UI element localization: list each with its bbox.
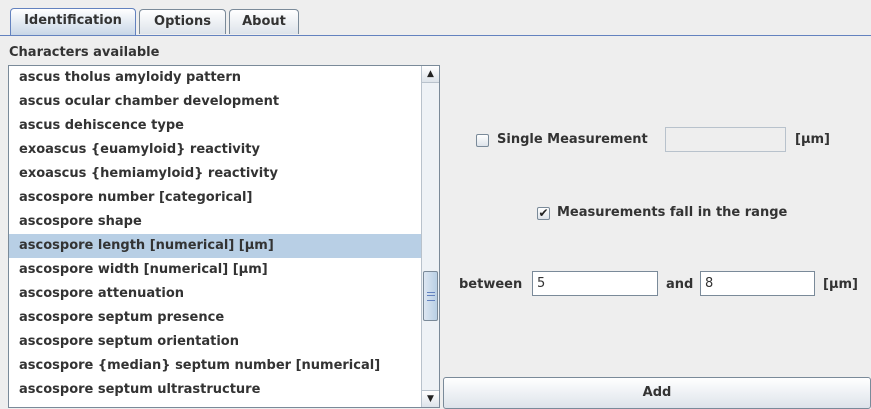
grip-icon	[427, 292, 435, 301]
single-measurement-checkbox[interactable]	[476, 134, 489, 147]
list-item[interactable]: ascospore length [numerical] [µm]	[9, 234, 421, 258]
add-button[interactable]: Add	[443, 377, 871, 409]
characters-list-items: ascus tholus amyloidy pattern ascus ocula…	[9, 66, 421, 402]
scroll-up-button[interactable]: ▲	[422, 66, 439, 83]
arrow-up-icon: ▲	[427, 69, 434, 79]
tab-about[interactable]: About	[229, 9, 299, 34]
characters-available-label: Characters available	[9, 45, 160, 60]
single-measurement-label: Single Measurement	[497, 132, 648, 147]
list-item[interactable]: ascospore number [categorical]	[9, 186, 421, 210]
range-label: Measurements fall in the range	[557, 205, 788, 220]
list-item[interactable]: ascus tholus amyloidy pattern	[9, 66, 421, 90]
tab-options[interactable]: Options	[139, 9, 226, 34]
range-unit: [µm]	[823, 277, 858, 292]
scroll-down-button[interactable]: ▼	[422, 390, 439, 407]
list-item[interactable]: ascospore shape	[9, 210, 421, 234]
tab-bar: Identification Options About	[0, 0, 871, 36]
tab-identification[interactable]: Identification	[10, 8, 136, 36]
list-item[interactable]: ascospore width [numerical] [µm]	[9, 258, 421, 282]
list-item[interactable]: ascospore attenuation	[9, 282, 421, 306]
single-measurement-unit: [µm]	[795, 132, 830, 147]
list-item[interactable]: ascospore septum orientation	[9, 330, 421, 354]
list-item[interactable]: ascospore septum ultrastructure	[9, 378, 421, 402]
scroll-thumb[interactable]	[423, 271, 438, 321]
single-measurement-field[interactable]	[665, 127, 786, 152]
tab-divider	[0, 35, 871, 36]
list-item[interactable]: exoascus {hemiamyloid} reactivity	[9, 162, 421, 186]
arrow-down-icon: ▼	[427, 394, 434, 404]
and-label: and	[666, 277, 694, 292]
range-to-field[interactable]	[700, 271, 815, 296]
list-item[interactable]: ascospore {median} septum number [numeri…	[9, 354, 421, 378]
list-item[interactable]: ascospore septum presence	[9, 306, 421, 330]
range-checkbox[interactable]: ✔	[537, 207, 550, 220]
range-from-field[interactable]	[532, 271, 658, 296]
list-scrollbar[interactable]: ▲ ▼	[421, 66, 439, 407]
between-label: between	[459, 277, 523, 292]
list-item[interactable]: ascus dehiscence type	[9, 114, 421, 138]
list-item[interactable]: exoascus {euamyloid} reactivity	[9, 138, 421, 162]
list-item[interactable]: ascus ocular chamber development	[9, 90, 421, 114]
characters-list[interactable]: ascus tholus amyloidy pattern ascus ocula…	[8, 65, 440, 408]
